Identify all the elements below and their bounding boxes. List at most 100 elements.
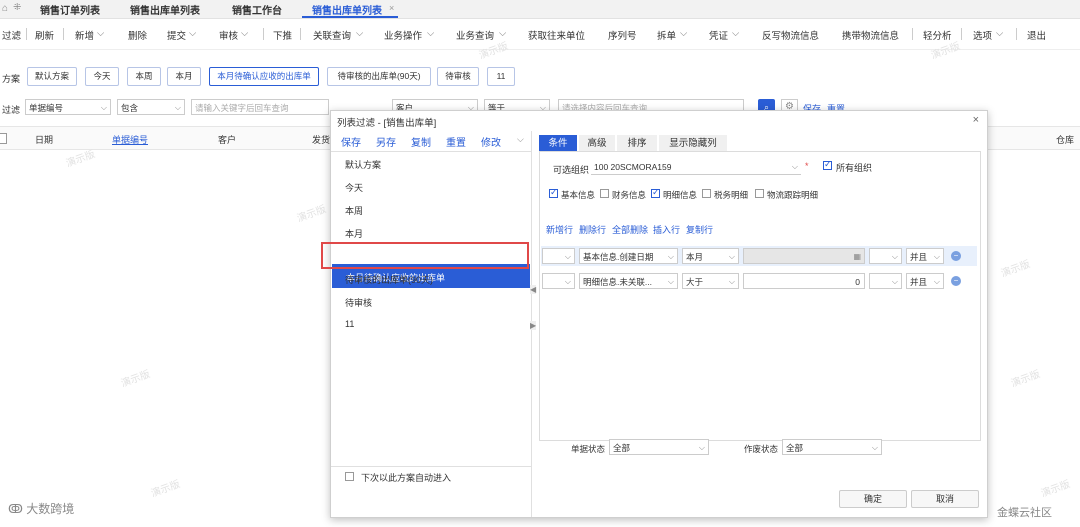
chevron-down-icon[interactable]: ⌵ (427, 28, 434, 39)
tab-sales-outbound-list-1[interactable]: 销售出库单列表 (130, 2, 200, 17)
toolbar-carry-logistics[interactable]: 携带物流信息 (842, 28, 899, 42)
basic-info-checkbox[interactable] (549, 187, 558, 198)
toolbar-submit[interactable]: 提交 (167, 28, 186, 42)
chevron-down-icon[interactable]: ⌵ (680, 28, 687, 39)
scheme-item-week[interactable]: 本周 (345, 204, 363, 217)
filter-keyword-input[interactable]: 请输入关键字后回车查询 (191, 99, 329, 115)
toolbar-related-query[interactable]: 关联查询 (313, 28, 351, 42)
column-ship[interactable]: 发货 (312, 133, 330, 146)
chevron-down-icon[interactable]: ⌵ (97, 28, 104, 39)
scheme-modify-button[interactable]: 修改 (481, 134, 501, 149)
delete-row-link[interactable]: 删除行 (579, 223, 606, 236)
column-customer[interactable]: 客户 (218, 133, 236, 146)
condition-2-value-input[interactable]: 0 (743, 273, 865, 289)
tab-sales-order-list[interactable]: 销售订单列表 (40, 2, 100, 17)
scheme-item-month[interactable]: 本月 (345, 227, 363, 240)
chevron-down-icon[interactable]: ⌵ (732, 28, 739, 39)
toolbar-split[interactable]: 拆单 (657, 28, 676, 42)
toolbar-push-down[interactable]: 下推 (273, 28, 292, 42)
tab-show-hide-columns[interactable]: 显示隐藏列 (659, 135, 727, 152)
doc-status-select[interactable]: 全部 ⌵ (609, 439, 709, 455)
scheme-chip-pending-receivable[interactable]: 本月待确认应收的出库单 (209, 67, 319, 86)
collapse-right-icon[interactable]: ▶ (530, 321, 537, 330)
toolbar-audit[interactable]: 审核 (219, 28, 238, 42)
filter-button[interactable]: 过滤 (2, 28, 21, 42)
insert-row-link[interactable]: 插入行 (653, 223, 680, 236)
scheme-save-button[interactable]: 保存 (341, 134, 361, 149)
delete-all-link[interactable]: 全部删除 (612, 223, 648, 236)
column-date[interactable]: 日期 (35, 133, 53, 146)
condition-1-op-select[interactable]: 本月 ⌵ (682, 248, 739, 264)
toolbar-exit[interactable]: 退出 (1027, 28, 1046, 42)
condition-2-field-select[interactable]: 明细信息.未关联... ⌵ (579, 273, 678, 289)
ok-button[interactable]: 确定 (839, 490, 907, 508)
scheme-item-pending-audit-90[interactable]: 待审核的出库单(90天) (345, 273, 433, 286)
toolbar-get-partner[interactable]: 获取往来单位 (528, 28, 585, 42)
tab-sales-workbench[interactable]: 销售工作台 (232, 2, 282, 17)
scheme-copy-button[interactable]: 复制 (411, 134, 431, 149)
column-bill-no[interactable]: 单据编号 (112, 133, 148, 146)
tab-advanced[interactable]: 高级 (579, 135, 615, 152)
tax-detail-checkbox[interactable] (702, 189, 711, 198)
auto-enter-checkbox[interactable] (345, 472, 354, 481)
scheme-chip-month[interactable]: 本月 (167, 67, 201, 86)
close-tab-icon[interactable]: × (389, 3, 394, 13)
chevron-down-icon[interactable]: ⌵ (356, 28, 363, 39)
filter-operator-select[interactable]: 包含 ⌵ (117, 99, 185, 115)
toolbar-business-ops[interactable]: 业务操作 (384, 28, 422, 42)
condition-2-op-select[interactable]: 大于 ⌵ (682, 273, 739, 289)
condition-1-paren-close-select[interactable]: ⌵ (869, 248, 902, 264)
close-icon[interactable]: × (973, 114, 979, 126)
cancel-button[interactable]: 取消 (911, 490, 979, 508)
scheme-item-today[interactable]: 今天 (345, 181, 363, 194)
copy-row-link[interactable]: 复制行 (686, 223, 713, 236)
toolbar-voucher[interactable]: 凭证 (709, 28, 728, 42)
scheme-item-default[interactable]: 默认方案 (345, 158, 381, 171)
scheme-chip-11[interactable]: 11 (487, 67, 515, 86)
scheme-reset-button[interactable]: 重置 (446, 134, 466, 149)
condition-2-paren-close-select[interactable]: ⌵ (869, 273, 902, 289)
toolbar-options[interactable]: 选项 (973, 28, 992, 42)
tab-sales-outbound-list-active[interactable]: 销售出库单列表 (312, 2, 382, 17)
scheme-save-as-button[interactable]: 另存 (376, 134, 396, 149)
condition-1-field-select[interactable]: 基本信息.创建日期 ⌵ (579, 248, 678, 264)
chevron-down-icon[interactable]: ⌵ (517, 134, 524, 145)
home-icon[interactable]: ⌂ (2, 3, 8, 14)
void-status-select[interactable]: 全部 ⌵ (782, 439, 882, 455)
scheme-chip-pending-audit[interactable]: 待审核 (437, 67, 479, 86)
select-all-checkbox[interactable] (0, 133, 7, 144)
condition-1-paren-select[interactable]: ⌵ (542, 248, 575, 264)
condition-1-value-input[interactable]: ▦ (743, 248, 865, 264)
detail-info-checkbox[interactable] (651, 187, 660, 198)
all-org-checkbox[interactable] (823, 159, 832, 170)
scheme-chip-today[interactable]: 今天 (85, 67, 119, 86)
chevron-down-icon[interactable]: ⌵ (241, 28, 248, 39)
scheme-chip-week[interactable]: 本周 (127, 67, 161, 86)
column-warehouse[interactable]: 仓库 (1056, 133, 1074, 146)
chevron-down-icon[interactable]: ⌵ (189, 28, 196, 39)
scheme-item-11[interactable]: 11 (345, 319, 354, 329)
finance-info-checkbox[interactable] (600, 189, 609, 198)
toolbar-serial-no[interactable]: 序列号 (608, 28, 637, 42)
org-select[interactable]: 100 20SCMORA159 ⌵ (591, 159, 801, 175)
scheme-chip-default[interactable]: 默认方案 (27, 67, 77, 86)
collapse-left-icon[interactable]: ◀ (530, 285, 537, 294)
toolbar-new[interactable]: 新增 (75, 28, 94, 42)
logistics-tracking-checkbox[interactable] (755, 189, 764, 198)
add-row-link[interactable]: 新增行 (546, 223, 573, 236)
remove-condition-1-icon[interactable]: − (951, 251, 961, 261)
toolbar-delete[interactable]: 删除 (128, 28, 147, 42)
apps-grid-icon[interactable]: ⁜ (13, 2, 21, 13)
toolbar-refresh[interactable]: 刷新 (35, 28, 54, 42)
toolbar-writeback-logistics[interactable]: 反写物流信息 (762, 28, 819, 42)
chevron-down-icon[interactable]: ⌵ (996, 28, 1003, 39)
remove-condition-2-icon[interactable]: − (951, 276, 961, 286)
condition-2-logic-select[interactable]: 并且 ⌵ (906, 273, 944, 289)
scheme-chip-pending-audit-90[interactable]: 待审核的出库单(90天) (327, 67, 431, 86)
condition-1-logic-select[interactable]: 并且 ⌵ (906, 248, 944, 264)
tab-sort[interactable]: 排序 (617, 135, 657, 152)
tab-conditions[interactable]: 条件 (539, 135, 577, 152)
scheme-item-pending-audit[interactable]: 待审核 (345, 296, 372, 309)
filter-field-select[interactable]: 单据编号 ⌵ (25, 99, 111, 115)
calendar-icon[interactable]: ▦ (853, 249, 861, 263)
